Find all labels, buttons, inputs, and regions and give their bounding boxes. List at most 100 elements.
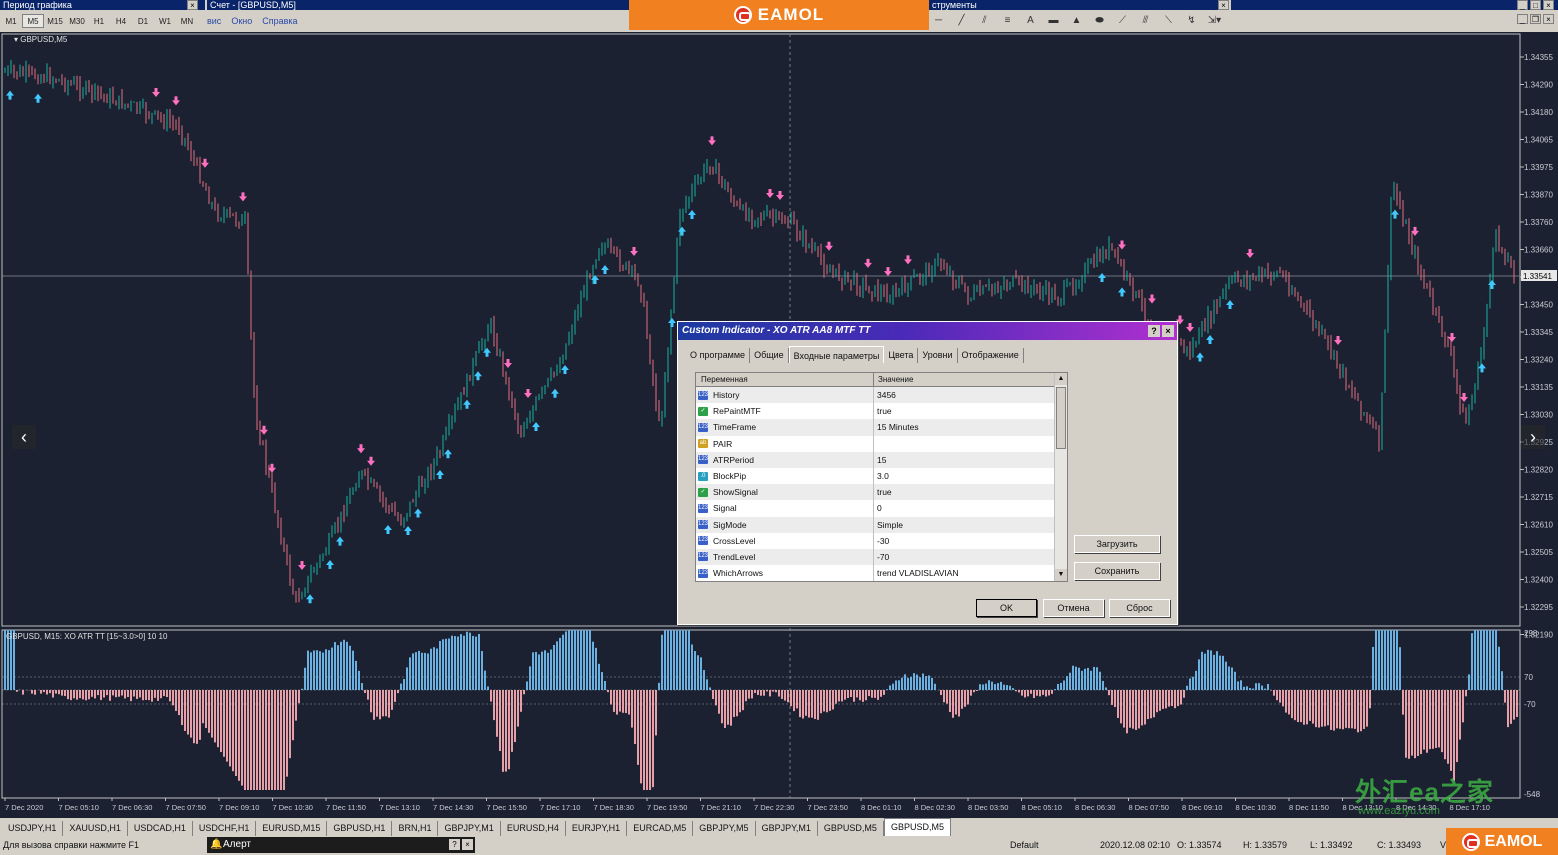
- channel-icon[interactable]: ⫽: [976, 15, 993, 26]
- restore-icon[interactable]: ❐: [1530, 14, 1541, 24]
- menu-item-2[interactable]: Справка: [262, 16, 297, 26]
- param-row-timeframe[interactable]: 123 TimeFrame 15 Minutes: [696, 419, 1067, 436]
- period-w1-button[interactable]: W1: [154, 14, 176, 28]
- symbol-tab[interactable]: EURJPY,H1: [566, 821, 628, 836]
- symbol-tab[interactable]: EURUSD,H4: [501, 821, 566, 836]
- scroll-thumb[interactable]: [1056, 387, 1066, 449]
- param-value[interactable]: 15: [874, 452, 1067, 468]
- menu-item-0[interactable]: вис: [207, 16, 221, 26]
- tab-2[interactable]: Входные параметры: [788, 346, 885, 363]
- period-m5-button[interactable]: M5: [22, 14, 44, 28]
- close-icon[interactable]: ×: [1162, 325, 1174, 337]
- symbol-tab[interactable]: GBPUSD,H1: [327, 821, 393, 836]
- period-h1-button[interactable]: H1: [88, 14, 110, 28]
- profile-name[interactable]: Default: [1010, 840, 1039, 850]
- symbol-tab[interactable]: USDCAD,H1: [128, 821, 193, 836]
- symbol-tab[interactable]: GBPJPY,M5: [693, 821, 756, 836]
- rectangle-icon[interactable]: ▬: [1045, 15, 1062, 26]
- arrows-icon[interactable]: ↯: [1183, 15, 1200, 26]
- tab-3[interactable]: Цвета: [884, 348, 919, 363]
- param-value[interactable]: -30: [874, 533, 1067, 549]
- param-value[interactable]: -70: [874, 549, 1067, 565]
- tab-1[interactable]: Общие: [750, 348, 789, 363]
- param-value[interactable]: true: [874, 403, 1067, 419]
- period-d1-button[interactable]: D1: [132, 14, 154, 28]
- param-row-repaintmtf[interactable]: ✓ RePaintMTF true: [696, 403, 1067, 420]
- close-icon[interactable]: ×: [1543, 0, 1554, 10]
- column-header-value[interactable]: Значение: [874, 373, 1067, 386]
- param-value[interactable]: true: [874, 484, 1067, 500]
- chevron-left-icon[interactable]: ‹: [12, 425, 36, 449]
- symbol-tab[interactable]: USDCHF,H1: [193, 821, 257, 836]
- more-tools-icon[interactable]: ⇲▾: [1206, 15, 1223, 26]
- triangle-icon[interactable]: ▲: [1068, 15, 1085, 26]
- alert-panel[interactable]: 🔔 Алерт ? ×: [207, 837, 475, 853]
- help-icon[interactable]: ?: [1148, 325, 1160, 337]
- close-icon[interactable]: ×: [462, 839, 473, 850]
- tab-0[interactable]: О программе: [686, 348, 751, 363]
- param-row-whicharrows[interactable]: 123 WhichArrows trend VLADISLAVIAN: [696, 565, 1067, 581]
- histogram-bar: [979, 684, 981, 690]
- symbol-tab[interactable]: GBPUSD,M5: [818, 821, 884, 836]
- ellipse-icon[interactable]: ⬬: [1091, 15, 1108, 26]
- chevron-right-icon[interactable]: ›: [1521, 425, 1545, 449]
- scroll-down-icon[interactable]: ▼: [1055, 569, 1067, 581]
- dialog-titlebar[interactable]: Custom Indicator - XO ATR AA8 MTF TT ? ×: [678, 322, 1177, 340]
- close-icon[interactable]: ×: [187, 0, 198, 10]
- minimize-icon[interactable]: _: [1517, 0, 1528, 10]
- close-icon[interactable]: ×: [1218, 0, 1229, 10]
- column-header-variable[interactable]: Переменная: [696, 373, 874, 386]
- fibo-icon[interactable]: ≡: [999, 15, 1016, 26]
- symbol-tab[interactable]: GBPJPY,M1: [438, 821, 501, 836]
- param-row-showsignal[interactable]: ✓ ShowSignal true: [696, 484, 1067, 501]
- param-row-signal[interactable]: 123 Signal 0: [696, 500, 1067, 517]
- help-icon[interactable]: ?: [449, 839, 460, 850]
- cycle-lines-icon[interactable]: ⟍: [1160, 15, 1177, 26]
- minimize-icon[interactable]: _: [1517, 14, 1528, 24]
- gann-icon[interactable]: ⫻: [1137, 15, 1154, 26]
- period-m15-button[interactable]: M15: [44, 14, 66, 28]
- param-row-sigmode[interactable]: 123 SigMode Simple: [696, 516, 1067, 533]
- period-m30-button[interactable]: M30: [66, 14, 88, 28]
- load-button[interactable]: Загрузить: [1074, 535, 1160, 553]
- param-row-pair[interactable]: ab PAIR: [696, 435, 1067, 452]
- symbol-tab[interactable]: EURUSD,M15: [256, 821, 328, 836]
- symbol-tab[interactable]: USDJPY,H1: [2, 821, 64, 836]
- scroll-up-icon[interactable]: ▲: [1055, 373, 1067, 385]
- param-value[interactable]: trend VLADISLAVIAN: [874, 565, 1067, 581]
- param-row-blockpip[interactable]: .0 BlockPip 3.0: [696, 467, 1067, 485]
- histogram-bar: [484, 670, 486, 690]
- text-icon[interactable]: A: [1022, 15, 1039, 26]
- reset-button[interactable]: Сброс: [1109, 599, 1170, 617]
- period-m1-button[interactable]: M1: [0, 14, 22, 28]
- grid-scrollbar[interactable]: ▲ ▼: [1054, 373, 1067, 581]
- param-value[interactable]: 3456: [874, 387, 1067, 403]
- cursor-icon[interactable]: ─: [930, 15, 947, 26]
- param-value[interactable]: Simple: [874, 517, 1067, 533]
- symbol-tab[interactable]: EURCAD,M5: [627, 821, 694, 836]
- param-row-crosslevel[interactable]: 123 CrossLevel -30: [696, 532, 1067, 549]
- close-icon[interactable]: ×: [1543, 14, 1554, 24]
- tab-4[interactable]: Уровни: [918, 348, 958, 363]
- trendline-icon[interactable]: ╱: [953, 15, 970, 26]
- param-value[interactable]: [874, 436, 1067, 452]
- param-value[interactable]: 15 Minutes: [874, 419, 1067, 435]
- param-value[interactable]: 0: [874, 500, 1067, 516]
- period-h4-button[interactable]: H4: [110, 14, 132, 28]
- period-mn-button[interactable]: MN: [176, 14, 198, 28]
- symbol-tab[interactable]: GBPJPY,M1: [756, 821, 818, 836]
- maximize-icon[interactable]: □: [1530, 0, 1541, 10]
- symbol-tab[interactable]: GBPUSD,M5: [883, 818, 951, 836]
- param-value[interactable]: 3.0: [874, 468, 1067, 484]
- param-row-history[interactable]: 123 History 3456: [696, 387, 1067, 404]
- save-button[interactable]: Сохранить: [1074, 562, 1160, 580]
- menu-item-1[interactable]: Окно: [231, 16, 252, 26]
- symbol-tab[interactable]: BRN,H1: [392, 821, 439, 836]
- cancel-button[interactable]: Отмена: [1043, 599, 1104, 617]
- param-row-atrperiod[interactable]: 123 ATRPeriod 15: [696, 451, 1067, 468]
- pitchfork-icon[interactable]: ⟋: [1114, 15, 1131, 26]
- param-row-trendlevel[interactable]: 123 TrendLevel -70: [696, 548, 1067, 566]
- symbol-tab[interactable]: XAUUSD,H1: [63, 821, 128, 836]
- tab-5[interactable]: Отображение: [958, 348, 1024, 363]
- ok-button[interactable]: OK: [976, 599, 1037, 617]
